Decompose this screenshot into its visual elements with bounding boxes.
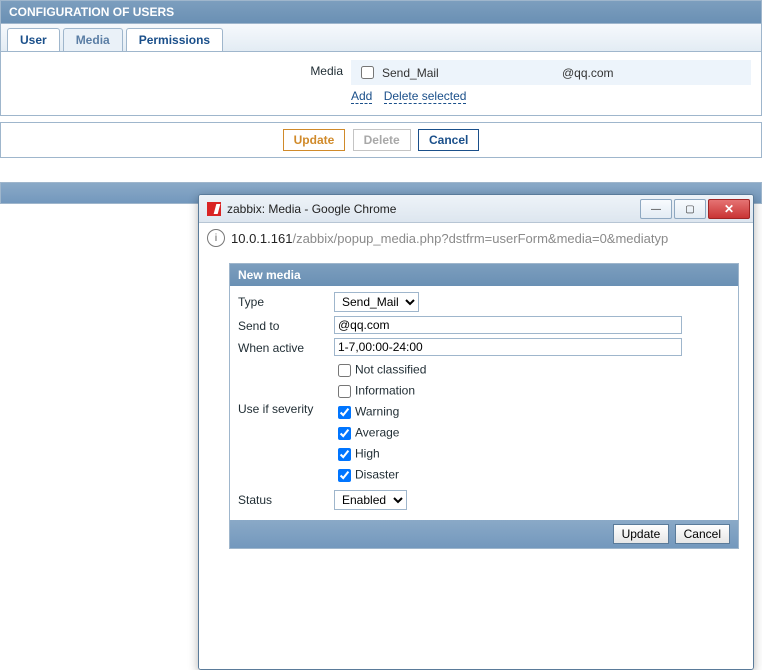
delete-button[interactable]: Delete <box>353 129 411 151</box>
popup-window: zabbix: Media - Google Chrome — ▢ ✕ i 10… <box>198 194 754 670</box>
new-media-panel: New media Type Send_Mail Send to When ac… <box>229 263 739 549</box>
page-title: CONFIGURATION OF USERS <box>0 0 762 24</box>
minimize-button[interactable]: — <box>640 199 672 219</box>
status-label: Status <box>238 490 334 507</box>
sev-disaster[interactable]: Disaster <box>334 465 730 486</box>
add-link[interactable]: Add <box>351 89 372 104</box>
maximize-button[interactable]: ▢ <box>674 199 706 219</box>
sev-not-classified[interactable]: Not classified <box>334 360 730 381</box>
form-actions: Update Delete Cancel <box>0 122 762 158</box>
tab-content: Media Send_Mail @qq.com Add Delete selec… <box>0 52 762 116</box>
sev-average[interactable]: Average <box>334 423 730 444</box>
popup-title: zabbix: Media - Google Chrome <box>227 202 638 216</box>
popup-update-button[interactable]: Update <box>613 524 670 544</box>
cancel-button[interactable]: Cancel <box>418 129 479 151</box>
type-select[interactable]: Send_Mail <box>334 292 419 312</box>
media-label: Media <box>11 60 351 78</box>
zabbix-icon <box>207 202 221 216</box>
media-row: Send_Mail @qq.com <box>351 60 751 85</box>
whenactive-input[interactable] <box>334 338 682 356</box>
status-select[interactable]: Enabled <box>334 490 407 510</box>
sev-high[interactable]: High <box>334 444 730 465</box>
tab-media[interactable]: Media <box>63 28 123 51</box>
delete-selected-link[interactable]: Delete selected <box>384 89 467 104</box>
popup-titlebar: zabbix: Media - Google Chrome — ▢ ✕ <box>199 195 753 223</box>
tab-permissions[interactable]: Permissions <box>126 28 223 51</box>
media-row-type: Send_Mail <box>382 66 562 80</box>
popup-form-actions: Update Cancel <box>230 520 738 548</box>
site-info-icon[interactable]: i <box>207 229 225 247</box>
severity-label: Use if severity <box>238 360 334 416</box>
popup-empty-area <box>199 549 753 669</box>
type-label: Type <box>238 292 334 309</box>
whenactive-label: When active <box>238 338 334 355</box>
media-row-checkbox[interactable] <box>361 66 374 79</box>
tab-user[interactable]: User <box>7 28 60 51</box>
address-bar: i 10.0.1.161/zabbix/popup_media.php?dstf… <box>199 223 753 253</box>
new-media-header: New media <box>230 264 738 286</box>
popup-cancel-button[interactable]: Cancel <box>675 524 730 544</box>
media-row-address: @qq.com <box>562 66 614 80</box>
tabs-bar: User Media Permissions <box>0 24 762 52</box>
sev-warning[interactable]: Warning <box>334 402 730 423</box>
sev-information[interactable]: Information <box>334 381 730 402</box>
url-text: 10.0.1.161/zabbix/popup_media.php?dstfrm… <box>231 231 668 246</box>
update-button[interactable]: Update <box>283 129 346 151</box>
sendto-label: Send to <box>238 316 334 333</box>
sendto-input[interactable] <box>334 316 682 334</box>
close-button[interactable]: ✕ <box>708 199 750 219</box>
